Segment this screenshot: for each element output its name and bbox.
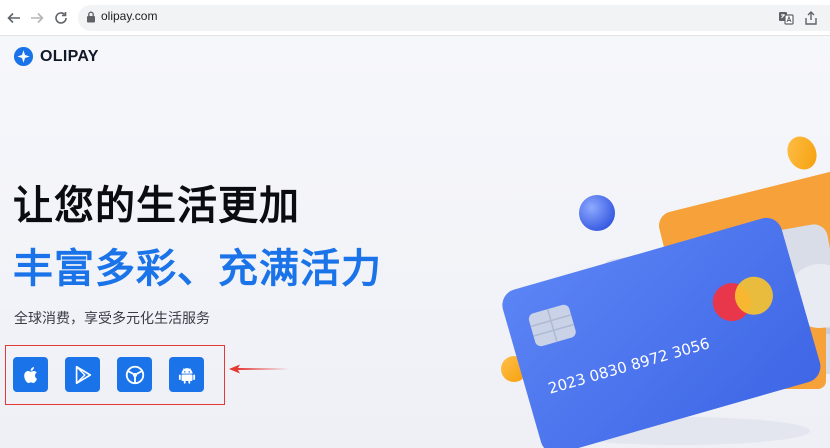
brand-logo[interactable]: OLIPAY bbox=[13, 46, 99, 67]
back-arrow-icon[interactable] bbox=[4, 8, 24, 28]
google-play-icon bbox=[75, 365, 91, 384]
address-bar[interactable] bbox=[78, 5, 830, 31]
share-icon[interactable] bbox=[803, 10, 819, 26]
translate-icon[interactable] bbox=[778, 10, 794, 26]
url-text[interactable]: olipay.com bbox=[101, 9, 157, 23]
olipay-logo-icon bbox=[13, 46, 34, 67]
google-play-download-button[interactable] bbox=[65, 357, 100, 392]
lock-icon bbox=[87, 11, 95, 23]
hero-subtitle: 全球消费，享受多元化生活服务 bbox=[14, 311, 210, 327]
brand-name: OLIPAY bbox=[40, 47, 99, 65]
android-download-button[interactable] bbox=[169, 357, 204, 392]
landing-page: OLIPAY 让您的生活更加 丰富多彩、充满活力 全球消费，享受多元化生活服务 bbox=[0, 36, 830, 448]
headline-line-1: 让您的生活更加 bbox=[13, 183, 300, 229]
apple-download-button[interactable] bbox=[13, 357, 48, 392]
steering-wheel-icon bbox=[125, 365, 144, 384]
forward-arrow-icon[interactable] bbox=[27, 8, 47, 28]
annotation-arrow-icon bbox=[229, 364, 289, 374]
android-icon bbox=[178, 367, 195, 384]
browser-toolbar: olipay.com bbox=[0, 0, 830, 36]
credit-card-illustration: 2023 0830 8972 3056 bbox=[501, 136, 830, 448]
reload-icon[interactable] bbox=[51, 8, 71, 28]
apple-icon bbox=[23, 366, 37, 383]
headline-line-2: 丰富多彩、充满活力 bbox=[13, 246, 382, 292]
web-download-button[interactable] bbox=[117, 357, 152, 392]
